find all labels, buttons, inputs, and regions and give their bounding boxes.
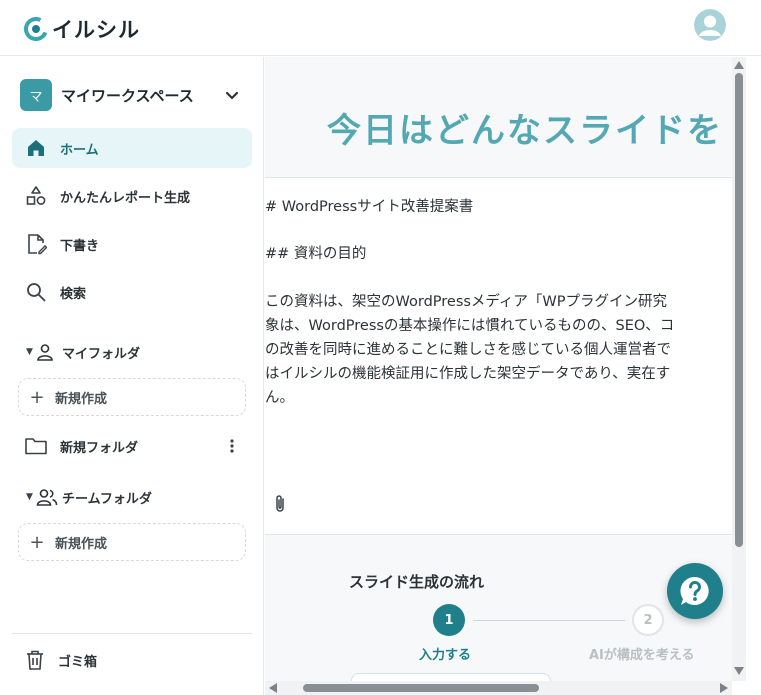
step-card [351,673,551,681]
my-folder-label: マイフォルダ [62,346,141,362]
sidebar-item-label: かんたんレポート生成 [60,190,191,206]
sidebar-item-label: ホーム [60,142,99,158]
search-icon [24,280,48,304]
editor-line: # WordPressサイト改善提案書 [265,199,474,215]
my-folder-section[interactable]: ▼ マイフォルダ [26,342,140,362]
attach-icon[interactable] [273,494,287,514]
folder-item[interactable]: 新規フォルダ [24,432,244,460]
help-chat-icon [680,576,709,605]
caret-down-icon: ▼ [26,347,33,357]
my-folder-new-button[interactable]: + 新規作成 [18,378,246,416]
step-2-label: AIが構成を考える [589,648,695,663]
editor-line: ## 資料の目的 [265,246,367,262]
editor-line: の改善を同時に進めることに難しさを感じている個人運営者で [265,342,671,358]
step-1-circle: 1 [433,604,465,636]
editor-line: はイルシルの機能検証用に作成した架空データであり、実在す [265,366,671,382]
editor-line: この資料は、架空のWordPressメディア「WPプラグイン研究 [265,294,667,310]
user-avatar-icon [694,9,726,41]
step-connector [473,620,625,621]
draft-icon [24,232,48,256]
caret-down-icon: ▼ [26,492,33,502]
sidebar-item-report[interactable]: かんたんレポート生成 [12,176,252,216]
trash-label: ゴミ箱 [58,654,98,670]
vertical-scrollbar[interactable] [732,57,746,681]
chevron-down-icon[interactable] [220,83,244,107]
editor-line: ん。 [265,390,294,406]
scroll-down-arrow-icon[interactable] [734,667,744,675]
vertical-scroll-thumb[interactable] [735,73,743,547]
folder-icon [25,438,47,455]
help-button[interactable] [667,563,723,619]
app-logo[interactable]: イルシル [24,14,140,44]
sidebar: マ マイワークスペース ホーム かんたんレポート生成 下書き 検索 ▼ マイフォ… [0,57,264,695]
person-icon [36,342,58,362]
workspace-selector[interactable]: マ マイワークスペース [20,79,250,111]
team-folder-section[interactable]: ▼ チームフォルダ [26,487,152,507]
main-content: 今日はどんなスライドを # WordPressサイト改善提案書 ## 資料の目的… [265,57,732,681]
people-icon [36,487,58,507]
trash-icon [27,650,43,670]
step-1-label: 入力する [419,648,472,663]
sidebar-item-label: 下書き [60,238,100,254]
workspace-name: マイワークスペース [61,86,194,105]
sidebar-item-drafts[interactable]: 下書き [12,224,252,264]
new-label: 新規作成 [55,391,108,407]
step-2-circle: 2 [632,604,664,636]
sidebar-item-label: 検索 [60,286,87,302]
horizontal-scrollbar[interactable] [265,681,732,695]
horizontal-scroll-thumb[interactable] [303,684,539,692]
folder-label: 新規フォルダ [60,440,139,456]
hero-heading: 今日はどんなスライドを [327,111,723,151]
editor-fade [265,418,732,458]
plus-icon: + [29,386,45,408]
sidebar-item-trash[interactable]: ゴミ箱 [24,649,97,671]
flow-title: スライド生成の流れ [349,573,485,591]
divider [12,633,252,634]
plus-icon: + [29,531,45,553]
team-folder-label: チームフォルダ [62,491,152,507]
logo-text: イルシル [52,18,140,42]
more-vert-icon[interactable] [226,436,238,456]
sidebar-item-home[interactable]: ホーム [12,128,252,168]
sidebar-item-search[interactable]: 検索 [12,272,252,312]
home-icon [24,136,48,160]
scroll-right-arrow-icon[interactable] [720,683,728,693]
scroll-left-arrow-icon[interactable] [269,683,277,693]
user-avatar[interactable] [694,9,726,41]
prompt-editor[interactable]: # WordPressサイト改善提案書 ## 資料の目的 この資料は、架空のWo… [265,177,732,535]
new-label: 新規作成 [55,536,108,552]
workspace-badge: マ [20,79,52,111]
app-header: イルシル [0,0,761,56]
team-folder-new-button[interactable]: + 新規作成 [18,523,246,561]
editor-line: 象は、WordPressの基本操作には慣れているものの、SEO、コ [265,318,675,334]
logo-mark-icon [24,17,48,41]
scroll-up-arrow-icon[interactable] [734,61,744,69]
shapes-icon [24,184,48,208]
